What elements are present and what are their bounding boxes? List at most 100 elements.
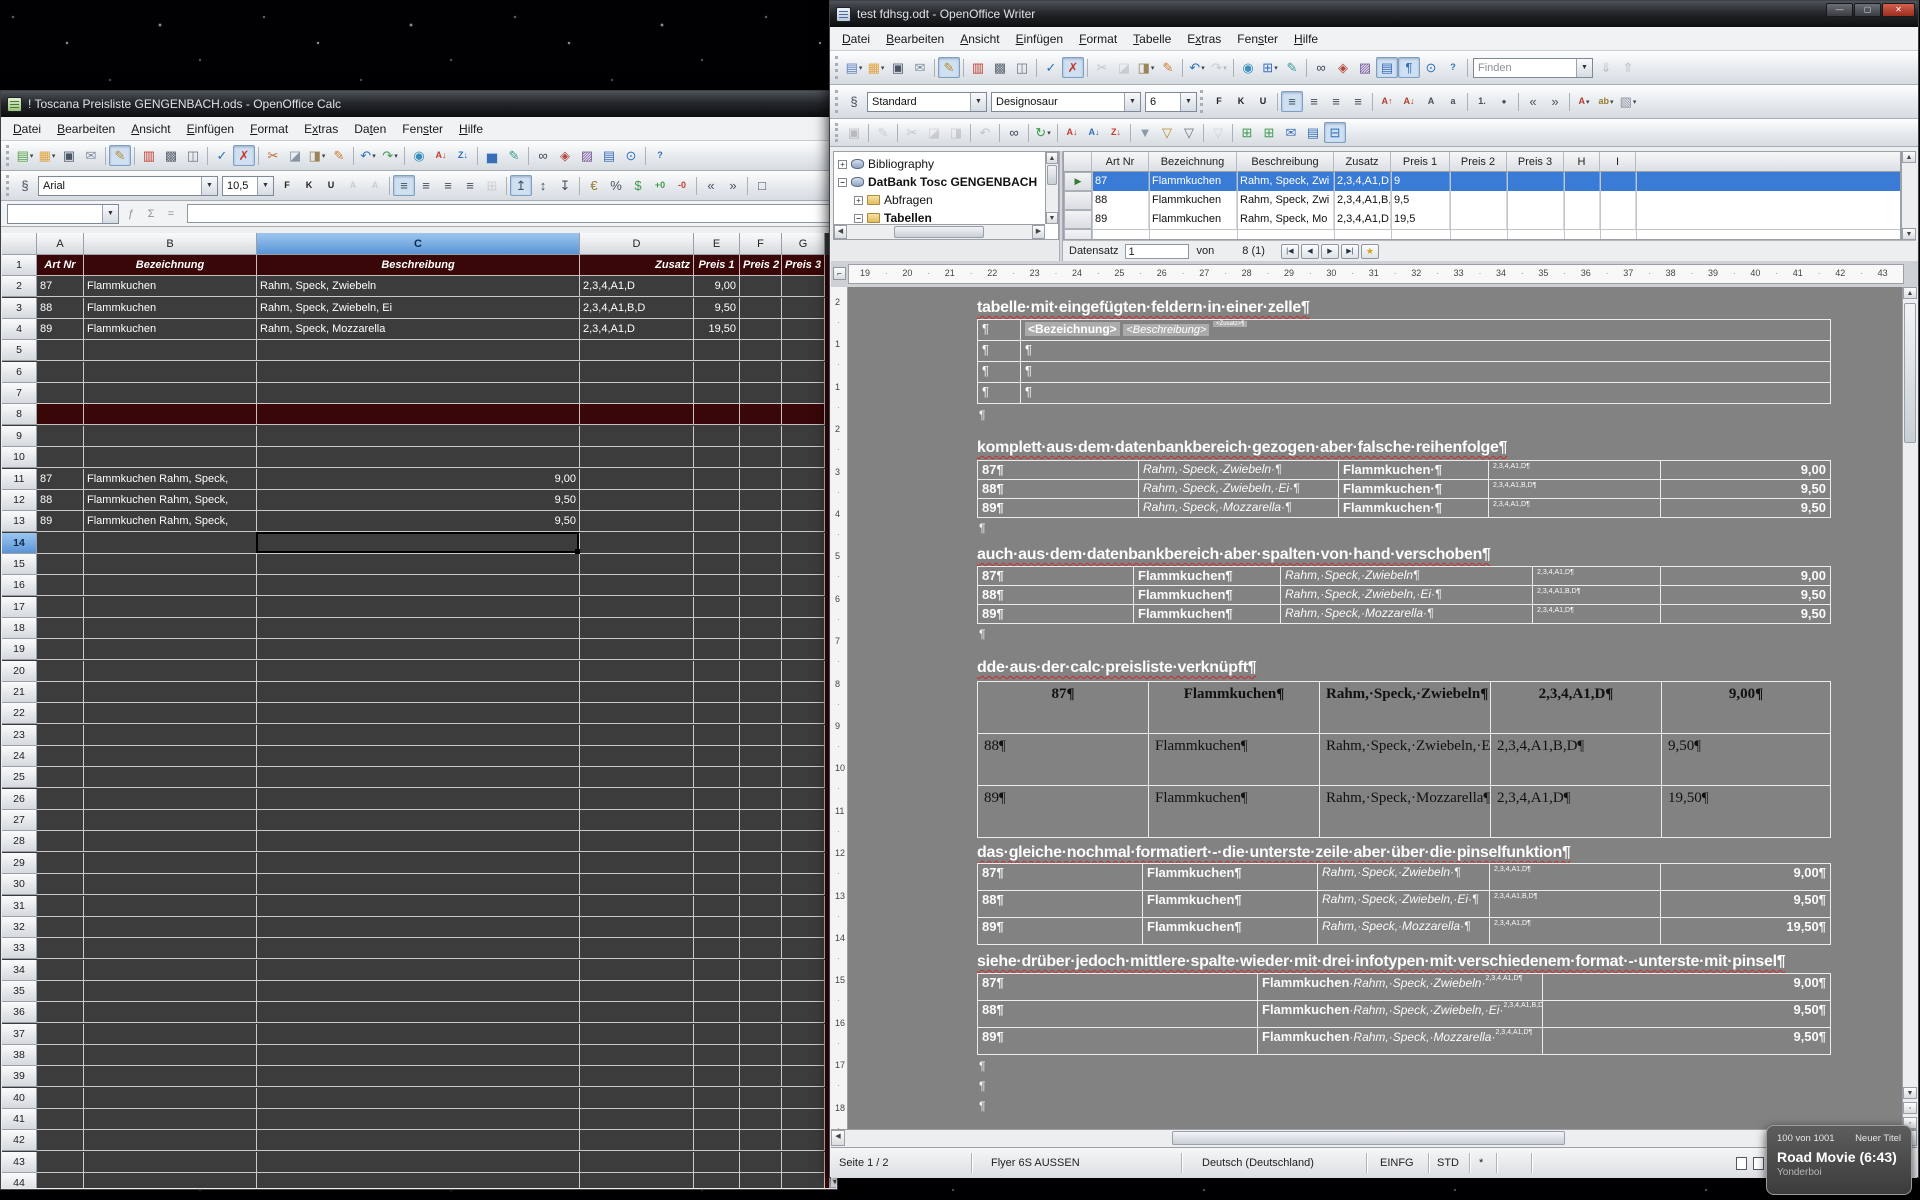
paste-button[interactable]: ◨▾	[306, 145, 328, 166]
table-cell[interactable]: 9,00¶	[1661, 864, 1831, 891]
cell-G3[interactable]	[782, 298, 825, 319]
table-cell[interactable]: 9,00	[1661, 461, 1831, 480]
cell-B27[interactable]	[84, 810, 257, 831]
cell-F24[interactable]	[740, 746, 782, 767]
cell-G25[interactable]	[782, 767, 825, 788]
cell-G44[interactable]	[782, 1173, 825, 1188]
cell-F44[interactable]	[740, 1173, 782, 1188]
grid-corner[interactable]	[1064, 152, 1092, 172]
cell-F31[interactable]	[740, 896, 782, 917]
writer-menu-fenster[interactable]: Fenster	[1229, 29, 1286, 49]
cell-D20[interactable]	[580, 661, 694, 682]
cell-B28[interactable]	[84, 831, 257, 852]
table-cell[interactable]: Rahm,·Speck,·Zwiebeln·¶	[1139, 461, 1339, 480]
data-source-grid[interactable]: Art NrBezeichnungBeschreibungZusatzPreis…	[1063, 151, 1901, 240]
hyperlink-button[interactable]: ◉	[408, 145, 430, 166]
cell-E24[interactable]	[694, 746, 740, 767]
grid-cell-zusatz-87[interactable]: 2,3,4,A1,D	[1334, 172, 1391, 191]
show-draw-functions-button[interactable]: ✎	[1281, 57, 1303, 78]
styles-window-button[interactable]: §	[843, 91, 865, 112]
align-left-button[interactable]: ≡	[1281, 91, 1303, 112]
cell-D22[interactable]	[580, 703, 694, 724]
grid-column-header-beschreibung[interactable]: Beschreibung	[1237, 152, 1334, 172]
cell-G12[interactable]	[782, 490, 825, 511]
row-header-21[interactable]: 21	[2, 682, 37, 703]
cell-E6[interactable]	[694, 362, 740, 383]
open-button[interactable]: ▦▾	[865, 57, 887, 78]
table-cell[interactable]: 2,3,4,A1,B,D¶	[1533, 586, 1661, 605]
row-header-9[interactable]: 9	[2, 426, 37, 447]
table-cell[interactable]: 9,50¶	[1661, 891, 1831, 918]
page-style-field[interactable]: Flyer 6S AUSSEN	[991, 1148, 1080, 1178]
document-table-4[interactable]: 87¶Flammkuchen¶Rahm,·Speck,·Zwiebeln·¶2,…	[977, 863, 1831, 945]
justify-button[interactable]: ≡	[459, 175, 481, 196]
cell-B40[interactable]	[84, 1088, 257, 1109]
cell-E20[interactable]	[694, 661, 740, 682]
table-cell[interactable]: 2,3,4,A1,D¶	[1491, 682, 1662, 734]
cell-B13[interactable]: Flammkuchen Rahm, Speck,	[84, 511, 257, 532]
cell-D29[interactable]	[580, 853, 694, 874]
cell-F14[interactable]	[740, 533, 782, 554]
maximize-button[interactable]: ▢	[1854, 3, 1881, 17]
cell-D42[interactable]	[580, 1130, 694, 1151]
table-cell[interactable]: 9,00	[1661, 567, 1831, 586]
mail-merge-field-zusatz[interactable]: <Zusatz>¶	[1213, 321, 1247, 327]
cell-D23[interactable]	[580, 725, 694, 746]
row-header-30[interactable]: 30	[2, 874, 37, 895]
cell-E26[interactable]	[694, 789, 740, 810]
table-cell[interactable]: Rahm,·Speck,·Mozzarella¶	[1320, 786, 1491, 838]
cell-A7[interactable]	[37, 383, 84, 404]
cell-B44[interactable]	[84, 1173, 257, 1188]
page-preview-button[interactable]: ◫	[1011, 57, 1033, 78]
format-paintbrush-button[interactable]: ✎	[1157, 57, 1179, 78]
cell-A9[interactable]	[37, 426, 84, 447]
grid-vertical-scrollbar[interactable]: ▲▼	[1901, 151, 1916, 240]
export-pdf-button[interactable]: ▥	[138, 145, 160, 166]
grid-row-88[interactable]: 88FlammkuchenRahm, Speck, Zwi2,3,4,A1,B,…	[1092, 191, 1900, 210]
styles-window-button[interactable]: §	[14, 175, 36, 196]
cell-F9[interactable]	[740, 426, 782, 447]
cell-A41[interactable]	[37, 1109, 84, 1130]
cell-C7[interactable]	[257, 383, 580, 404]
data-sources-button[interactable]: ▤	[598, 145, 620, 166]
row-header-36[interactable]: 36	[2, 1002, 37, 1023]
highlighting-button[interactable]: ab▾	[1595, 91, 1617, 112]
cell-B29[interactable]	[84, 853, 257, 874]
select-all-corner[interactable]	[2, 233, 37, 255]
writer-menu-datei[interactable]: Datei	[834, 29, 878, 49]
cell-G24[interactable]	[782, 746, 825, 767]
cell-A20[interactable]	[37, 661, 84, 682]
cell-G16[interactable]	[782, 575, 825, 596]
table-cell[interactable]: Flammkuchen·¶	[1339, 499, 1489, 518]
row-header-25[interactable]: 25	[2, 767, 37, 788]
borders-button[interactable]: □	[751, 175, 773, 196]
row-header-42[interactable]: 42	[2, 1130, 37, 1151]
row-header-16[interactable]: 16	[2, 575, 37, 596]
cell-D38[interactable]	[580, 1045, 694, 1066]
cell-A24[interactable]	[37, 746, 84, 767]
cell-D4[interactable]: 2,3,4,A1,D	[580, 319, 694, 340]
cell-F36[interactable]	[740, 1002, 782, 1023]
expand-icon[interactable]: +	[838, 160, 847, 169]
cell-F20[interactable]	[740, 661, 782, 682]
cell-D34[interactable]	[580, 960, 694, 981]
cell-F19[interactable]	[740, 639, 782, 660]
table-cell[interactable]: 9,50¶	[1662, 734, 1831, 786]
column-header-E[interactable]: E	[694, 233, 740, 255]
cell-B42[interactable]	[84, 1130, 257, 1151]
shrink-font-button[interactable]: A↓	[1398, 91, 1420, 112]
cell-D2[interactable]: 2,3,4,A1,D	[580, 276, 694, 297]
cell-F16[interactable]	[740, 575, 782, 596]
page-preview-button[interactable]: ◫	[182, 145, 204, 166]
data-to-fields-button[interactable]: ⊞	[1258, 122, 1280, 143]
cell-E27[interactable]	[694, 810, 740, 831]
row-header-2[interactable]: 2	[2, 276, 37, 297]
cell-C9[interactable]	[257, 426, 580, 447]
table-cell[interactable]: 89¶	[978, 1028, 1258, 1055]
cell-A23[interactable]	[37, 725, 84, 746]
autofilter-button[interactable]: ▼	[1134, 122, 1156, 143]
document-fields-table[interactable]: ¶<Bezeichnung> <Beschreibung> <Zusatz>¶ …	[977, 319, 1831, 404]
cell-E3[interactable]: 9,50	[694, 298, 740, 319]
cell-F4[interactable]	[740, 319, 782, 340]
table-cell[interactable]: 87¶	[978, 974, 1258, 1001]
